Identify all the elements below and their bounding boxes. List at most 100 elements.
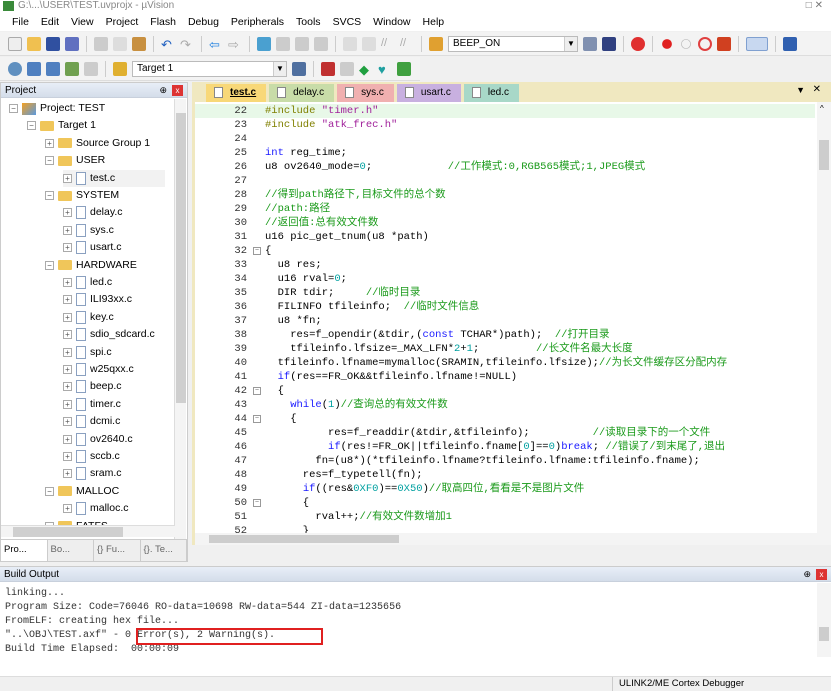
disable-breakpoint-icon[interactable]	[681, 38, 691, 49]
copy-icon[interactable]	[113, 36, 127, 51]
find-combo[interactable]: BEEP_ON ▼	[448, 35, 578, 52]
tab-sys-c[interactable]: sys.c	[337, 84, 394, 102]
menu-svcs[interactable]: SVCS	[327, 14, 368, 31]
incremental-find-icon[interactable]	[602, 36, 616, 51]
expand-toggle-icon[interactable]: −	[45, 260, 54, 270]
window-layout-icon[interactable]	[746, 36, 768, 51]
uncomment-icon[interactable]: //	[400, 37, 414, 51]
debug-session-icon[interactable]	[631, 36, 645, 51]
chevron-down-icon[interactable]: ▼	[273, 61, 286, 76]
expand-toggle-icon[interactable]: +	[63, 173, 72, 183]
tree-scrollbar-vertical[interactable]	[174, 99, 186, 539]
menu-tools[interactable]: Tools	[290, 14, 327, 31]
tree-item[interactable]: + beep.c	[63, 378, 122, 395]
tree-item[interactable]: − Project: TEST	[9, 100, 105, 117]
expand-toggle-icon[interactable]: +	[63, 382, 72, 392]
download-icon[interactable]	[65, 61, 79, 76]
panel-tab[interactable]: {}. Te...	[141, 540, 187, 561]
menu-edit[interactable]: Edit	[35, 14, 65, 31]
expand-toggle-icon[interactable]: +	[63, 365, 72, 374]
tree-item[interactable]: − MALLOC	[45, 483, 119, 500]
code-editor[interactable]: 22 #include "timer.h" 23 #include "atk_frec…	[192, 102, 831, 545]
expand-toggle-icon[interactable]: +	[63, 452, 72, 461]
tree-item[interactable]: + malloc.c	[63, 500, 129, 517]
tree-item[interactable]: + test.c	[63, 169, 166, 187]
tree-item[interactable]: + sdio_sdcard.c	[63, 326, 155, 343]
menu-window[interactable]: Window	[367, 14, 416, 31]
panel-tab[interactable]: Bo...	[48, 540, 94, 561]
save-all-icon[interactable]	[65, 36, 79, 51]
output-scrollbar-vertical[interactable]	[817, 583, 831, 657]
paste-icon[interactable]	[132, 36, 146, 51]
stop-build-icon[interactable]	[84, 61, 98, 76]
manage-project-icon[interactable]	[321, 61, 335, 76]
menu-file[interactable]: File	[6, 14, 35, 31]
expand-toggle-icon[interactable]: +	[63, 347, 72, 357]
tree-item[interactable]: + delay.c	[63, 204, 123, 221]
prev-bookmark-icon[interactable]	[276, 36, 290, 51]
pack-installer-icon[interactable]: ◆	[359, 62, 373, 77]
expand-toggle-icon[interactable]: +	[63, 243, 72, 253]
chevron-down-icon[interactable]: ▼	[564, 36, 577, 51]
fold-toggle-icon[interactable]: −	[253, 499, 261, 507]
pin-icon[interactable]: ⊕	[159, 83, 167, 98]
expand-toggle-icon[interactable]: −	[45, 156, 54, 166]
file-extensions-icon[interactable]	[340, 61, 354, 76]
disable-all-breakpoints-icon[interactable]	[698, 36, 712, 51]
save-icon[interactable]	[46, 36, 60, 51]
expand-toggle-icon[interactable]: +	[63, 312, 72, 322]
close-icon[interactable]: x	[816, 569, 827, 580]
nav-back-icon[interactable]: ⇦	[209, 37, 223, 52]
tree-item[interactable]: + spi.c	[63, 344, 112, 361]
tree-item[interactable]: − Target 1	[27, 117, 96, 134]
menu-view[interactable]: View	[65, 14, 100, 31]
menu-flash[interactable]: Flash	[144, 14, 182, 31]
fold-toggle-icon[interactable]: −	[253, 247, 261, 255]
tree-item[interactable]: + timer.c	[63, 396, 121, 413]
fold-toggle-icon[interactable]: −	[253, 387, 261, 395]
expand-toggle-icon[interactable]: +	[63, 278, 72, 287]
undo-icon[interactable]: ↶	[161, 37, 175, 52]
unindent-icon[interactable]	[362, 36, 376, 51]
expand-toggle-icon[interactable]: +	[63, 434, 72, 444]
breakpoint-icon[interactable]	[662, 38, 672, 49]
tree-scrollbar-horizontal[interactable]	[1, 525, 175, 537]
expand-toggle-icon[interactable]: −	[45, 486, 54, 496]
target-select[interactable]: Target 1 ▼	[132, 60, 287, 77]
menu-debug[interactable]: Debug	[182, 14, 225, 31]
menu-project[interactable]: Project	[100, 14, 145, 31]
tree-item[interactable]: + w25qxx.c	[63, 361, 134, 378]
configure-icon[interactable]	[783, 36, 797, 51]
new-file-icon[interactable]	[8, 36, 22, 51]
tree-item[interactable]: − SYSTEM	[45, 187, 119, 204]
expand-toggle-icon[interactable]: +	[63, 417, 72, 427]
redo-icon[interactable]: ↷	[180, 37, 194, 52]
nav-forward-icon[interactable]: ⇨	[228, 37, 242, 52]
tab-usart-c[interactable]: usart.c	[396, 84, 461, 102]
tree-item[interactable]: + ov2640.c	[63, 431, 133, 448]
expand-toggle-icon[interactable]: +	[63, 469, 72, 479]
bookmark-icon[interactable]	[257, 36, 271, 51]
comment-icon[interactable]: //	[381, 37, 395, 51]
close-icon[interactable]: x	[172, 85, 183, 96]
expand-toggle-icon[interactable]: −	[45, 191, 54, 200]
tab-led-c[interactable]: led.c	[463, 84, 519, 102]
next-bookmark-icon[interactable]	[295, 36, 309, 51]
build-icon[interactable]	[27, 61, 41, 76]
fold-toggle-icon[interactable]: −	[253, 415, 261, 423]
expand-toggle-icon[interactable]: +	[63, 225, 72, 235]
clear-bookmarks-icon[interactable]	[314, 36, 328, 51]
expand-toggle-icon[interactable]: −	[27, 121, 36, 131]
tree-item[interactable]: − HARDWARE	[45, 257, 137, 274]
kill-breakpoints-icon[interactable]	[717, 36, 731, 51]
options-for-target-icon[interactable]	[292, 61, 306, 76]
editor-scrollbar-horizontal[interactable]	[195, 533, 820, 545]
tree-item[interactable]: + usart.c	[63, 239, 122, 256]
expand-toggle-icon[interactable]: +	[63, 208, 72, 218]
panel-tab[interactable]: {} Fu...	[94, 540, 141, 561]
target-options-icon[interactable]	[113, 61, 127, 76]
tree-item[interactable]: + sram.c	[63, 465, 122, 482]
expand-toggle-icon[interactable]: +	[63, 330, 72, 340]
pin-icon[interactable]: ⊕	[803, 567, 811, 582]
find-icon[interactable]	[583, 36, 597, 51]
